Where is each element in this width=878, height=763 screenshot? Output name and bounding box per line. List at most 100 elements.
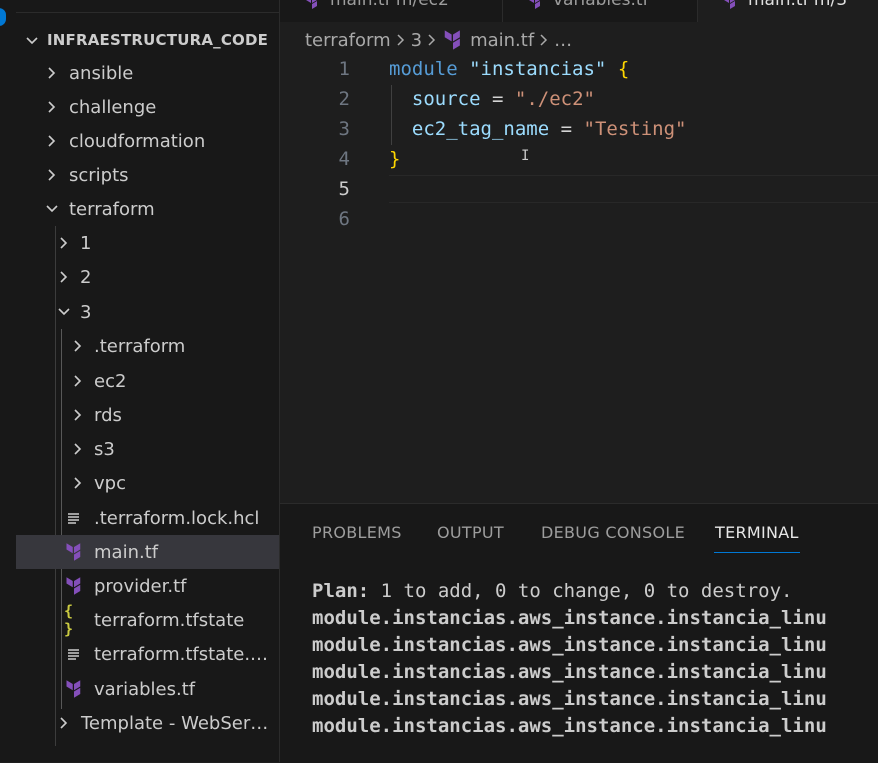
explorer-item[interactable]: challenge <box>16 90 279 124</box>
breadcrumb-item[interactable]: terraform <box>305 30 391 51</box>
explorer-item-label: scripts <box>69 165 129 186</box>
chevron-right-icon <box>68 398 88 432</box>
explorer-root[interactable]: INFRAESTRUCTURA_CODE <box>16 27 279 53</box>
explorer-item-label: rds <box>94 405 122 426</box>
tab-main-3[interactable]: main.tf m/3 <box>698 0 878 22</box>
terraform-icon <box>64 569 84 603</box>
explorer-item[interactable]: provider.tf <box>16 569 279 603</box>
terraform-icon <box>527 0 543 14</box>
code-line: module "instancias" { <box>389 58 629 80</box>
code-editor[interactable]: 1 2 3 4 5 6 module "instancias" { source… <box>280 55 878 503</box>
tab-label: variables.tf <box>553 0 649 10</box>
explorer-item-label: .terraform.lock.hcl <box>94 508 260 529</box>
explorer-item[interactable]: 3 <box>16 295 279 329</box>
code-line: ec2_tag_name = "Testing" <box>389 118 687 140</box>
tab-main-ec2[interactable]: main.tf m/ec2 <box>280 0 503 22</box>
editor-tab-bar: main.tf m/ec2 variables.tf main.tf m/3 <box>280 0 878 22</box>
explorer-item-label: terraform <box>69 199 155 220</box>
line-number: 3 <box>338 118 350 140</box>
code-brace: } <box>389 148 401 170</box>
explorer-item-label: main.tf <box>94 542 159 563</box>
breadcrumb-item[interactable]: 3 <box>411 30 422 51</box>
chevron-down-icon <box>42 192 62 226</box>
explorer-item-label: 2 <box>80 267 92 288</box>
chevron-right-icon <box>68 364 88 398</box>
explorer-item[interactable]: 2 <box>16 260 279 294</box>
tab-terminal[interactable]: TERMINAL <box>715 523 799 542</box>
code-brace: { <box>617 58 630 80</box>
line-number: 5 <box>338 178 350 200</box>
chevron-right-icon <box>395 33 407 47</box>
explorer-item[interactable]: vpc <box>16 466 279 500</box>
code-string: "./ec2" <box>514 88 595 110</box>
code-property: source <box>411 88 481 110</box>
terminal-line: module.instancias.aws_instance.instancia… <box>312 715 827 737</box>
explorer-item[interactable]: main.tf <box>16 535 279 569</box>
code-line: source = "./ec2" <box>389 88 595 110</box>
line-number: 6 <box>338 208 350 230</box>
explorer-item[interactable]: Template - WebSer… <box>16 706 279 740</box>
terminal-line: module.instancias.aws_instance.instancia… <box>312 661 827 683</box>
explorer-item-label: vpc <box>94 473 126 494</box>
plan-label: Plan: <box>312 580 370 602</box>
line-number: 2 <box>338 88 350 110</box>
breadcrumb-item[interactable]: … <box>554 30 572 51</box>
line-number: 4 <box>338 148 350 170</box>
terraform-icon <box>64 672 84 706</box>
explorer-item[interactable]: .terraform.lock.hcl <box>16 501 279 535</box>
terminal-line: module.instancias.aws_instance.instancia… <box>312 634 827 656</box>
explorer-item-label: terraform.tfstate <box>94 610 245 631</box>
terminal-output[interactable]: Plan: 1 to add, 0 to change, 0 to destro… <box>312 580 827 756</box>
explorer-item[interactable]: scripts <box>16 158 279 192</box>
bottom-panel: PROBLEMS OUTPUT DEBUG CONSOLE TERMINAL P… <box>280 503 878 763</box>
tab-variables[interactable]: variables.tf <box>503 0 698 22</box>
explorer-item-label: challenge <box>69 97 157 118</box>
explorer-item-label: ec2 <box>94 371 127 392</box>
chevron-right-icon <box>42 90 62 124</box>
explorer-item-label: Template - WebSer… <box>81 713 269 734</box>
explorer-item[interactable]: 1 <box>16 226 279 260</box>
breadcrumb: terraform 3 main.tf … <box>305 27 572 53</box>
explorer-item-label: 1 <box>80 233 92 254</box>
explorer-item[interactable]: .terraform <box>16 329 279 363</box>
explorer-item-label: cloudformation <box>69 131 206 152</box>
explorer-item-label: terraform.tfstate.… <box>94 644 269 665</box>
tab-problems[interactable]: PROBLEMS <box>312 523 402 542</box>
chevron-down-icon <box>54 295 74 329</box>
chevron-down-icon <box>24 32 40 48</box>
explorer-item-label: s3 <box>94 439 115 460</box>
explorer-item-label: ansible <box>69 63 134 84</box>
tab-output[interactable]: OUTPUT <box>437 523 504 542</box>
explorer-item[interactable]: variables.tf <box>16 672 279 706</box>
terminal-line: Plan: 1 to add, 0 to change, 0 to destro… <box>312 580 792 602</box>
breadcrumb-item[interactable]: main.tf <box>470 30 534 51</box>
explorer-item[interactable]: cloudformation <box>16 124 279 158</box>
explorer-item[interactable]: s3 <box>16 432 279 466</box>
explorer-header <box>16 0 279 13</box>
explorer-sidebar: INFRAESTRUCTURA_CODE ansible challenge clo… <box>16 0 280 762</box>
chevron-right-icon <box>68 432 88 466</box>
terraform-icon <box>722 0 738 14</box>
tab-debug-console[interactable]: DEBUG CONSOLE <box>541 523 685 542</box>
file-lines-icon <box>64 501 84 535</box>
tab-label: main.tf m/ec2 <box>330 0 449 10</box>
plan-text: 1 to add, 0 to change, 0 to destroy. <box>369 580 793 602</box>
explorer-item[interactable]: terraform.tfstate.… <box>16 637 279 671</box>
terraform-icon <box>304 0 320 14</box>
text-cursor-icon: I <box>521 148 530 164</box>
activity-bar <box>0 0 16 762</box>
explorer-item-label: provider.tf <box>94 576 187 597</box>
chevron-right-icon <box>68 466 88 500</box>
terminal-line: module.instancias.aws_instance.instancia… <box>312 688 827 710</box>
json-braces-icon: { } <box>64 602 74 638</box>
explorer-item[interactable]: { } terraform.tfstate <box>16 602 279 638</box>
code-operator: = <box>560 118 573 140</box>
explorer-item[interactable]: terraform <box>16 192 279 226</box>
explorer-item[interactable]: rds <box>16 398 279 432</box>
chevron-right-icon <box>42 124 62 158</box>
explorer-item[interactable]: ec2 <box>16 364 279 398</box>
explorer-item[interactable]: ansible <box>16 56 279 90</box>
active-tab-indicator <box>714 552 800 553</box>
terraform-icon <box>442 29 464 51</box>
explorer-item-label: .terraform <box>94 336 186 357</box>
